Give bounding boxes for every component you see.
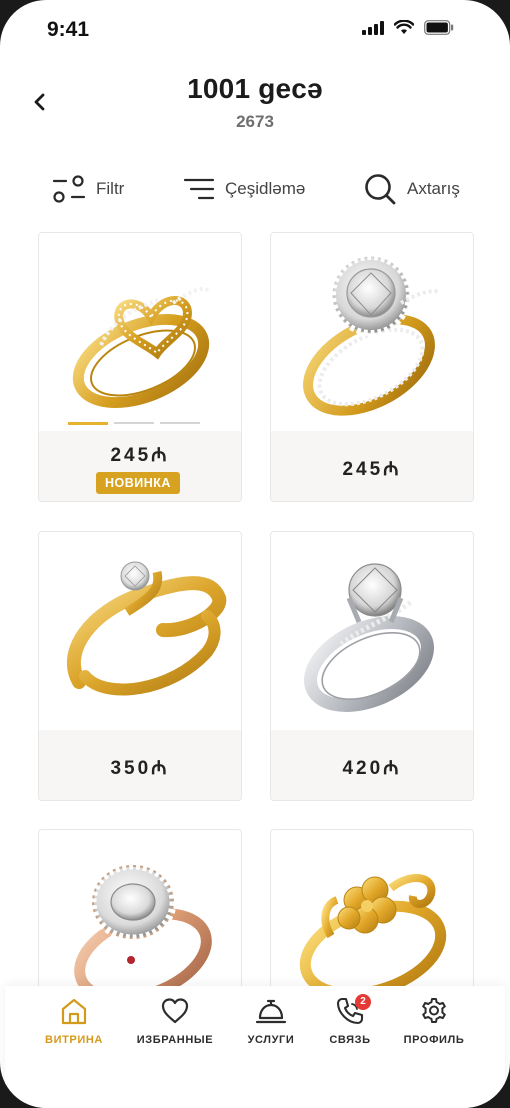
gold-halo-ring-image	[303, 254, 441, 416]
header: 1001 gecə 2673	[0, 70, 510, 140]
gear-icon	[422, 998, 446, 1023]
toolbar: Filtr Çeşidləmə Axtarış	[0, 168, 510, 210]
product-card[interactable]: 420₼	[270, 531, 474, 801]
nav-label: СВЯЗЬ	[329, 1034, 371, 1046]
product-card[interactable]: 350₼	[38, 531, 242, 801]
product-info: 420₼	[271, 730, 473, 800]
image-pager[interactable]	[68, 422, 200, 425]
product-price: 245₼	[342, 459, 402, 480]
nav-label: ВИТРИНА	[45, 1034, 103, 1046]
status-time: 9:41	[47, 18, 90, 41]
nav-item-profile[interactable]: ПРОФИЛЬ	[386, 996, 482, 1046]
product-info: 245₼	[271, 431, 473, 501]
status-bar: 9:41	[0, 0, 510, 60]
white-gold-solitaire-ring-image	[303, 563, 435, 712]
heart-icon	[161, 998, 189, 1024]
filter-icon	[52, 175, 86, 203]
product-price: 245₼	[110, 445, 170, 466]
product-image	[271, 233, 473, 431]
nav-label: ПРОФИЛЬ	[403, 1034, 465, 1046]
search-button[interactable]: Axtarış	[363, 168, 460, 210]
search-label: Axtarış	[407, 179, 460, 198]
notification-badge: 2	[355, 994, 371, 1010]
nav-item-showcase[interactable]: ВИТРИНА	[26, 996, 122, 1046]
product-info: 245₼ НОВИНКА	[39, 431, 241, 501]
home-icon	[61, 998, 87, 1025]
product-image	[39, 532, 241, 730]
product-price: 420₼	[342, 758, 402, 779]
page-title: 1001 gecə	[187, 73, 323, 104]
pager-dot[interactable]	[114, 422, 154, 424]
status-icons	[362, 20, 454, 35]
search-icon	[365, 174, 396, 205]
new-badge: НОВИНКА	[96, 472, 180, 494]
product-info: 350₼	[39, 730, 241, 800]
sort-button[interactable]: Çeşidləmə	[183, 168, 305, 210]
sort-label: Çeşidləmə	[225, 179, 306, 198]
phone-screen: 9:41 1001 gecə 2673 Filtr Çeşidləmə Axta…	[0, 0, 510, 1108]
product-image	[271, 532, 473, 730]
product-price: 350₼	[110, 758, 170, 779]
product-card[interactable]: 245₼ НОВИНКА	[38, 232, 242, 502]
filter-label: Filtr	[96, 179, 125, 198]
pager-dot[interactable]	[160, 422, 200, 424]
wifi-icon	[394, 20, 414, 34]
filter-button[interactable]: Filtr	[52, 168, 124, 210]
bottom-nav: ВИТРИНА ИЗБРАННЫЕ УСЛУГИ 2 СВЯЗЬ ПРОФИЛЬ	[5, 986, 505, 1108]
product-count: 2673	[236, 112, 274, 131]
product-image	[39, 233, 241, 431]
gold-heart-ring-image	[72, 286, 211, 409]
product-card[interactable]: 245₼	[270, 232, 474, 502]
nav-item-contact[interactable]: 2 СВЯЗЬ	[302, 994, 398, 1046]
sort-icon	[183, 178, 215, 200]
nav-item-favorites[interactable]: ИЗБРАННЫЕ	[127, 996, 223, 1046]
gold-solitaire-bypass-ring-image	[66, 561, 227, 696]
nav-label: ИЗБРАННЫЕ	[136, 1034, 214, 1046]
service-bell-icon	[255, 999, 287, 1024]
signal-icon	[362, 20, 384, 35]
battery-icon	[424, 20, 454, 35]
pager-dot-active[interactable]	[68, 422, 108, 425]
